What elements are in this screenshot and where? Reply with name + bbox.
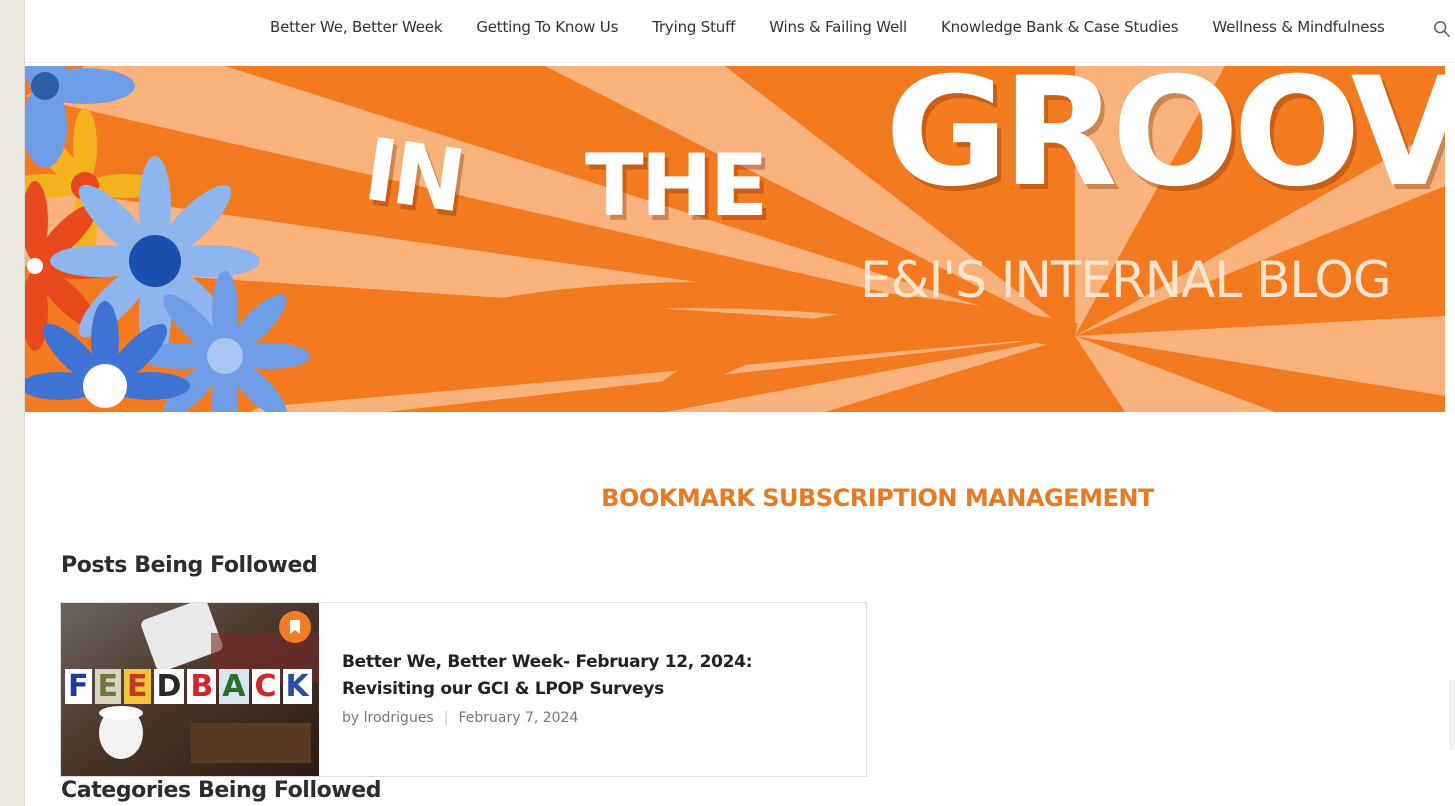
bookmark-icon	[290, 620, 300, 634]
letter-tile: E	[94, 669, 121, 704]
bookmark-badge[interactable]	[279, 611, 311, 643]
left-rail	[0, 0, 25, 806]
nav-item-wins-failing-well[interactable]: Wins & Failing Well	[752, 18, 924, 36]
nav-item-trying-stuff[interactable]: Trying Stuff	[635, 18, 752, 36]
search-icon[interactable]	[1433, 20, 1451, 38]
post-meta: by lrodrigues | February 7, 2024	[342, 710, 578, 726]
categories-section-heading: Categories Being Followed	[61, 778, 382, 803]
post-author[interactable]: by lrodrigues	[342, 710, 434, 726]
nav-item-better-we[interactable]: Better We, Better Week	[270, 18, 459, 36]
letter-tile: C	[251, 669, 280, 704]
banner-subtitle: E&I'S INTERNAL BLOG	[860, 251, 1392, 309]
letter-tile: F	[65, 669, 92, 704]
meta-separator: |	[443, 710, 449, 726]
nav-item-getting-to-know-us[interactable]: Getting To Know Us	[459, 18, 635, 36]
nav-item-wellness[interactable]: Wellness & Mindfulness	[1195, 18, 1401, 36]
banner-title-word-in: IN	[358, 119, 468, 233]
posts-section-heading: Posts Being Followed	[61, 553, 318, 578]
feedback-letters: F E E D B A C K	[65, 669, 312, 704]
followed-post-card[interactable]: F E E D B A C K Better We, Better Week- …	[60, 602, 867, 777]
letter-tile: D	[153, 669, 185, 704]
top-navigation: Better We, Better Week Getting To Know U…	[25, 0, 1455, 63]
letter-tile: A	[219, 669, 249, 704]
scrollbar-track[interactable]	[1449, 680, 1455, 750]
post-thumbnail[interactable]: F E E D B A C K	[61, 603, 319, 776]
header-banner[interactable]: IN THE GROOVE E&I'S INTERNAL BLOG	[25, 66, 1445, 412]
page-title: BOOKMARK SUBSCRIPTION MANAGEMENT	[601, 484, 1154, 512]
nav-item-knowledge-bank[interactable]: Knowledge Bank & Case Studies	[924, 18, 1195, 36]
banner-title-word-the: THE	[585, 136, 768, 236]
letter-tile: K	[282, 669, 312, 704]
letter-tile: B	[187, 669, 217, 704]
post-title-link[interactable]: Better We, Better Week- February 12, 202…	[342, 649, 842, 703]
banner-title-word-groove: GROOVE	[885, 66, 1445, 220]
letter-tile: E	[124, 669, 151, 704]
nav-menu: Better We, Better Week Getting To Know U…	[270, 18, 1402, 36]
post-date: February 7, 2024	[458, 710, 579, 726]
